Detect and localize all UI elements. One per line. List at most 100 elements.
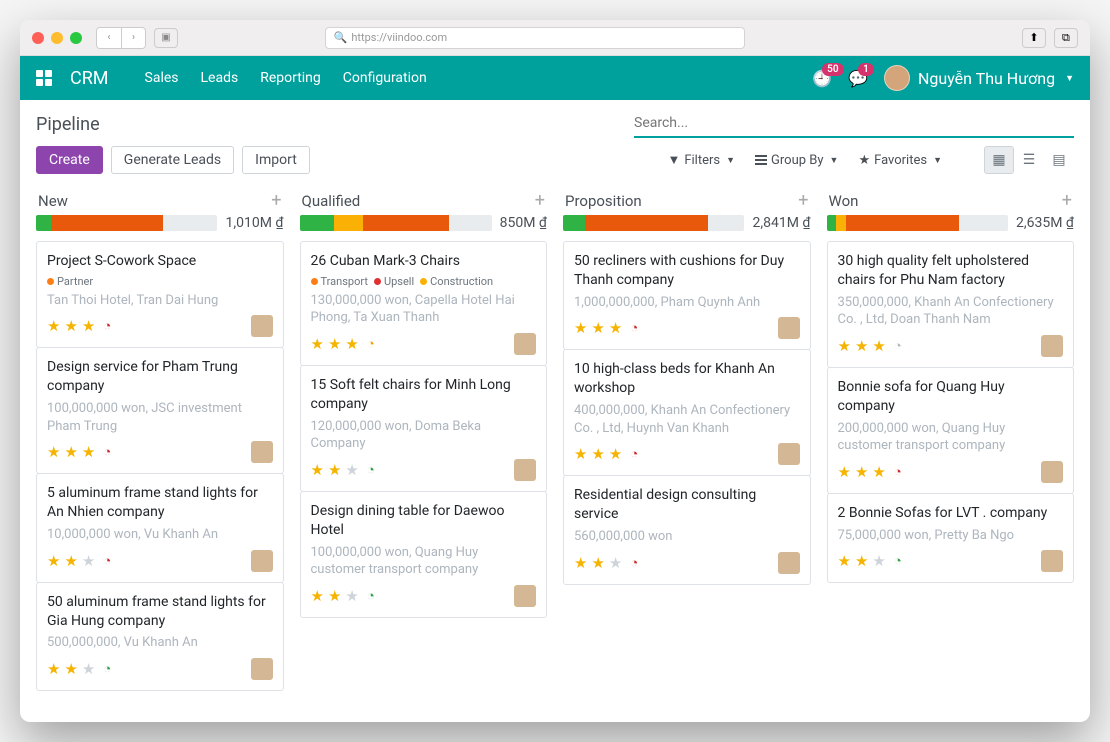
sidebar-toggle[interactable]: ▣ (154, 28, 178, 48)
star-icon[interactable]: ★ (328, 461, 341, 479)
activity-clock-icon[interactable]: ◔ (367, 462, 375, 478)
star-icon[interactable]: ★ (64, 443, 77, 461)
star-icon[interactable]: ★ (855, 463, 868, 481)
activity-clock-icon[interactable]: ◔ (103, 661, 111, 677)
activity-clock-icon[interactable]: ◔ (367, 336, 375, 352)
activity-clock-icon[interactable]: ◔ (894, 338, 902, 354)
star-icon[interactable]: ★ (574, 319, 587, 337)
star-icon[interactable]: ★ (47, 317, 60, 335)
star-icon[interactable]: ★ (64, 660, 77, 678)
kanban-card[interactable]: 30 high quality felt upholstered chairs … (827, 241, 1075, 368)
messages-indicator[interactable]: 💬 1 (848, 69, 868, 88)
activity-clock-icon[interactable]: ◔ (894, 464, 902, 480)
activity-clock-icon[interactable]: ◔ (103, 444, 111, 460)
back-button[interactable]: ‹ (97, 28, 121, 48)
star-icon[interactable]: ★ (311, 335, 324, 353)
star-icon[interactable]: ★ (574, 445, 587, 463)
kanban-card[interactable]: 15 Soft felt chairs for Minh Long compan… (300, 365, 548, 492)
app-brand[interactable]: CRM (70, 68, 109, 89)
star-icon[interactable]: ★ (64, 552, 77, 570)
add-card-button[interactable]: + (535, 190, 545, 211)
filters-label: Filters (684, 153, 720, 168)
filters-dropdown[interactable]: ▼Filters▼ (667, 152, 735, 168)
close-icon[interactable] (32, 32, 44, 44)
maximize-icon[interactable] (70, 32, 82, 44)
search-input[interactable] (634, 115, 1074, 131)
activity-clock-icon[interactable]: ◔ (630, 555, 638, 571)
star-icon[interactable]: ★ (47, 660, 60, 678)
upload-icon[interactable]: ⬆ (1022, 28, 1046, 48)
star-empty-icon[interactable]: ★ (345, 461, 358, 479)
kanban-card[interactable]: Residential design consulting service560… (563, 475, 811, 584)
star-icon[interactable]: ★ (64, 317, 77, 335)
create-button[interactable]: Create (36, 146, 103, 174)
activity-clock-icon[interactable]: ◔ (103, 318, 111, 334)
kanban-card[interactable]: Design service for Pham Trung company100… (36, 347, 284, 474)
tag: Construction (420, 275, 493, 288)
search-box[interactable] (634, 110, 1074, 138)
star-icon[interactable]: ★ (838, 337, 851, 355)
generate-leads-button[interactable]: Generate Leads (111, 146, 234, 174)
kanban-card[interactable]: 5 aluminum frame stand lights for An Nhi… (36, 473, 284, 582)
minimize-icon[interactable] (51, 32, 63, 44)
favorites-dropdown[interactable]: ★Favorites▼ (858, 153, 942, 168)
star-icon[interactable]: ★ (328, 335, 341, 353)
kanban-view[interactable]: ▦ (984, 146, 1014, 174)
kanban-card[interactable]: Project S-Cowork SpacePartnerTan Thoi Ho… (36, 241, 284, 348)
star-icon[interactable]: ★ (574, 554, 587, 572)
import-button[interactable]: Import (242, 146, 310, 174)
star-icon[interactable]: ★ (591, 445, 604, 463)
activity-clock-icon[interactable]: ◔ (630, 320, 638, 336)
activity-clock-icon[interactable]: ◔ (894, 553, 902, 569)
star-icon[interactable]: ★ (855, 337, 868, 355)
star-icon[interactable]: ★ (311, 587, 324, 605)
calendar-view[interactable]: ▤ (1044, 146, 1074, 174)
url-bar[interactable]: 🔍 https://viindoo.com (325, 27, 745, 49)
star-icon[interactable]: ★ (855, 552, 868, 570)
nav-reporting[interactable]: Reporting (260, 70, 321, 86)
kanban-card[interactable]: 50 aluminum frame stand lights for Gia H… (36, 582, 284, 691)
star-icon[interactable]: ★ (872, 337, 885, 355)
star-icon[interactable]: ★ (311, 461, 324, 479)
star-icon[interactable]: ★ (591, 319, 604, 337)
activity-clock-icon[interactable]: ◔ (367, 588, 375, 604)
star-icon[interactable]: ★ (345, 335, 358, 353)
star-icon[interactable]: ★ (609, 319, 622, 337)
kanban-card[interactable]: Design dining table for Daewoo Hotel100,… (300, 491, 548, 618)
star-icon[interactable]: ★ (838, 463, 851, 481)
star-icon[interactable]: ★ (82, 317, 95, 335)
kanban-card[interactable]: 50 recliners with cushions for Duy Thanh… (563, 241, 811, 350)
forward-button[interactable]: › (121, 28, 145, 48)
kanban-card[interactable]: 2 Bonnie Sofas for LVT . company75,000,0… (827, 493, 1075, 583)
star-icon[interactable]: ★ (609, 445, 622, 463)
tabs-icon[interactable]: ⧉ (1054, 28, 1078, 48)
star-icon[interactable]: ★ (872, 463, 885, 481)
user-menu[interactable]: Nguyễn Thu Hương ▼ (884, 65, 1074, 91)
apps-icon[interactable] (36, 70, 52, 86)
kanban-card[interactable]: 10 high-class beds for Khanh An workshop… (563, 349, 811, 476)
activity-clock-icon[interactable]: ◔ (103, 553, 111, 569)
star-icon[interactable]: ★ (47, 443, 60, 461)
star-icon[interactable]: ★ (328, 587, 341, 605)
add-card-button[interactable]: + (271, 190, 281, 211)
star-empty-icon[interactable]: ★ (82, 552, 95, 570)
star-icon[interactable]: ★ (47, 552, 60, 570)
add-card-button[interactable]: + (798, 190, 808, 211)
nav-sales[interactable]: Sales (145, 70, 179, 86)
kanban-card[interactable]: 26 Cuban Mark-3 ChairsTransportUpsellCon… (300, 241, 548, 366)
list-view[interactable]: ☰ (1014, 146, 1044, 174)
nav-configuration[interactable]: Configuration (343, 70, 427, 86)
groupby-dropdown[interactable]: Group By▼ (755, 153, 838, 168)
star-empty-icon[interactable]: ★ (609, 554, 622, 572)
star-empty-icon[interactable]: ★ (345, 587, 358, 605)
star-icon[interactable]: ★ (591, 554, 604, 572)
kanban-card[interactable]: Bonnie sofa for Quang Huy company200,000… (827, 367, 1075, 494)
nav-leads[interactable]: Leads (201, 70, 239, 86)
star-icon[interactable]: ★ (838, 552, 851, 570)
activity-indicator[interactable]: 🕘 50 (812, 69, 832, 88)
star-empty-icon[interactable]: ★ (82, 660, 95, 678)
star-icon[interactable]: ★ (82, 443, 95, 461)
add-card-button[interactable]: + (1062, 190, 1072, 211)
star-empty-icon[interactable]: ★ (872, 552, 885, 570)
activity-clock-icon[interactable]: ◔ (630, 446, 638, 462)
